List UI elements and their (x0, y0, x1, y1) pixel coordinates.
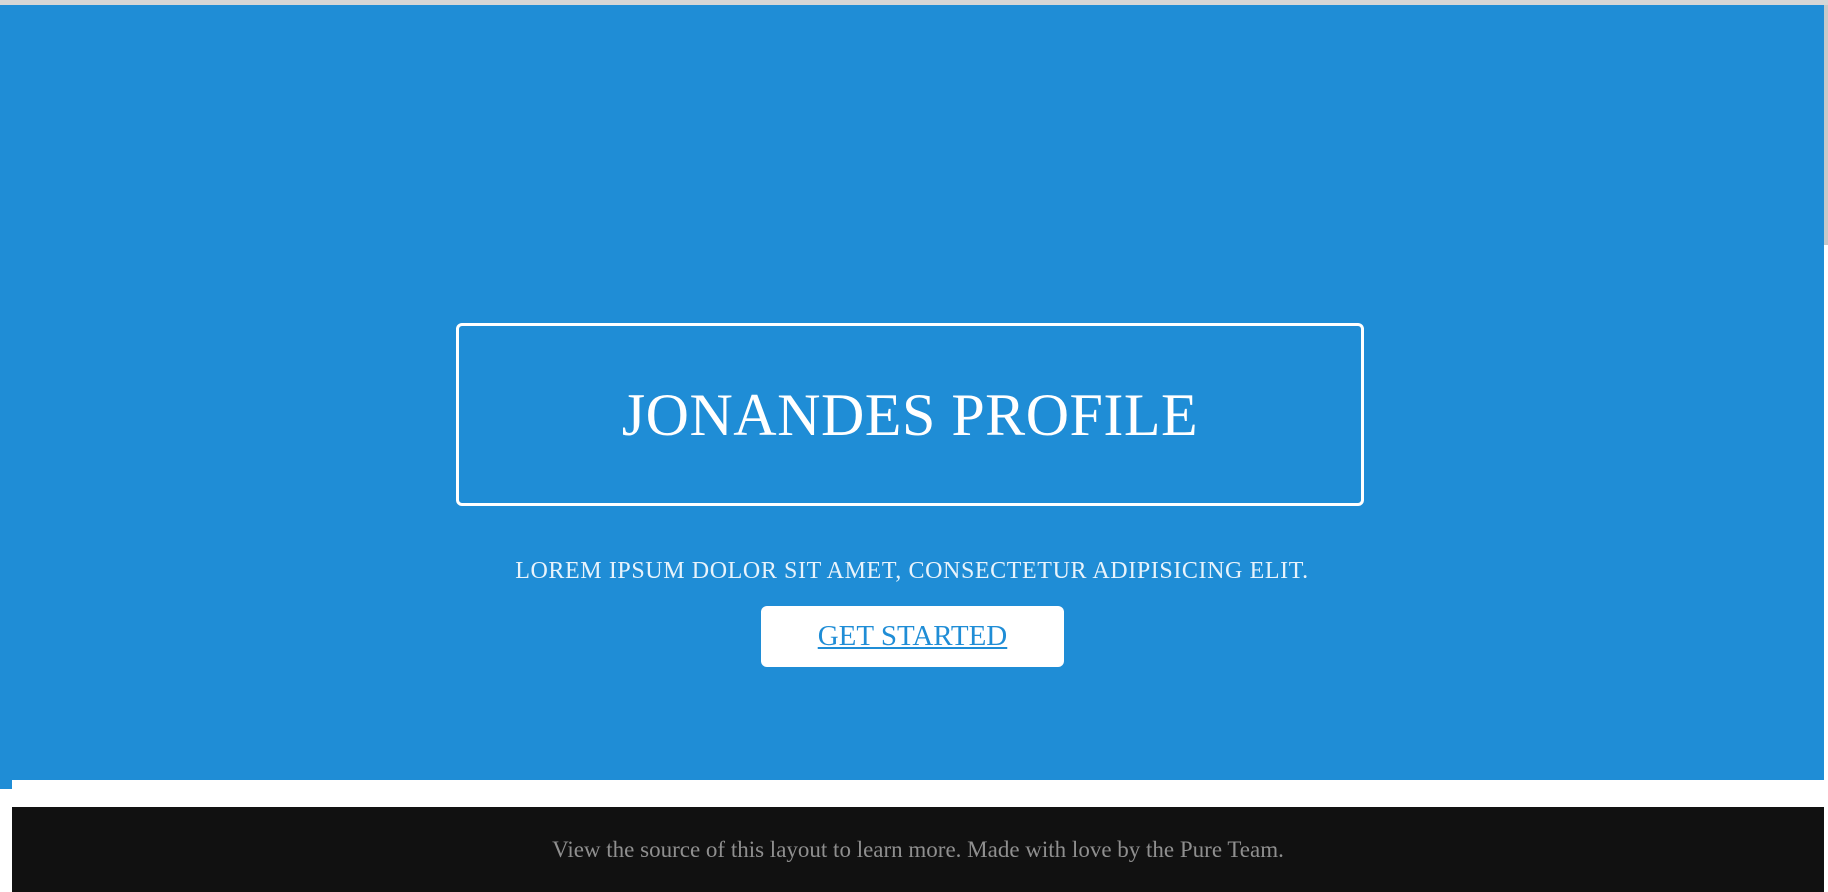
vertical-scrollbar[interactable] (1824, 5, 1828, 245)
page: JONANDES PROFILE LOREM IPSUM DOLOR SIT A… (0, 0, 1828, 892)
hero-section: JONANDES PROFILE LOREM IPSUM DOLOR SIT A… (0, 5, 1824, 780)
hero-title-box: JONANDES PROFILE (456, 323, 1364, 506)
hero-corner-decoration (0, 780, 12, 789)
hero-subtitle: LOREM IPSUM DOLOR SIT AMET, CONSECTETUR … (515, 558, 1309, 584)
get-started-button[interactable]: GET STARTED (761, 606, 1064, 667)
hero-title: JONANDES PROFILE (621, 381, 1199, 448)
footer-text: View the source of this layout to learn … (552, 837, 1284, 862)
footer: View the source of this layout to learn … (12, 807, 1824, 892)
